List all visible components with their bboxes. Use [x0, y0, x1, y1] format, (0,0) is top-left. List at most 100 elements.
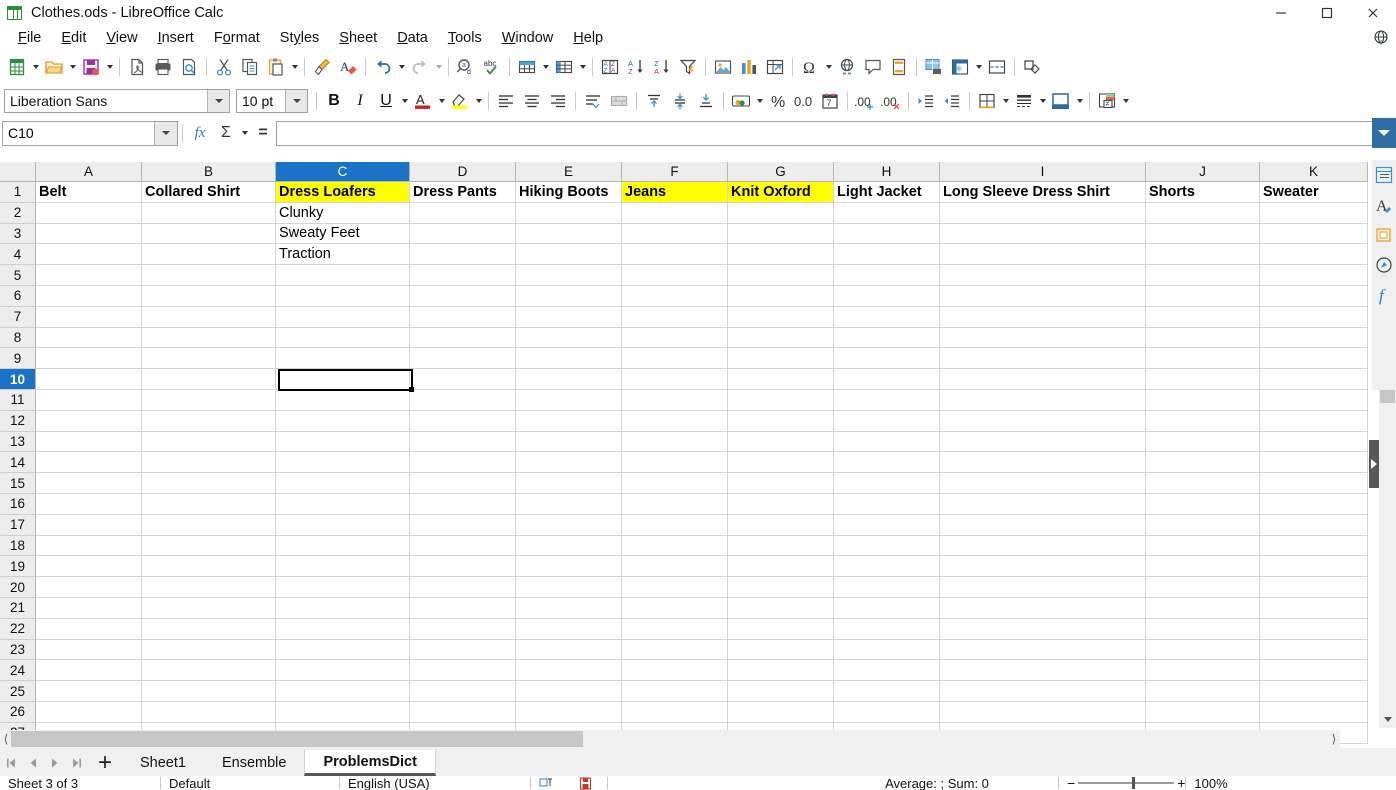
cell-J14[interactable] [1146, 452, 1260, 474]
cell-D14[interactable] [410, 452, 516, 474]
cell-B20[interactable] [142, 577, 276, 598]
cell-E3[interactable] [516, 223, 622, 245]
cell-J15[interactable] [1146, 473, 1260, 494]
properties-icon[interactable] [1372, 160, 1396, 190]
cell-I10[interactable] [940, 369, 1146, 390]
add-decimal-place-icon[interactable]: .00 [852, 88, 878, 114]
cell-B9[interactable] [142, 348, 276, 370]
row-header-23[interactable]: 23 [0, 639, 36, 661]
cell-G4[interactable] [728, 244, 834, 266]
cell-J18[interactable] [1146, 535, 1260, 557]
cell-G7[interactable] [728, 306, 834, 328]
new-document-dropdown[interactable] [30, 54, 41, 80]
cell-A24[interactable] [36, 660, 142, 682]
cell-B19[interactable] [142, 556, 276, 578]
cell-H2[interactable] [834, 202, 940, 224]
pivot-table-icon[interactable] [762, 54, 788, 80]
cell-A3[interactable] [36, 223, 142, 245]
cell-C2[interactable]: Clunky [276, 202, 410, 224]
cell-G26[interactable] [728, 701, 834, 723]
row-header-6[interactable]: 6 [0, 285, 36, 307]
cell-H12[interactable] [834, 410, 940, 432]
cell-C5[interactable] [276, 265, 410, 286]
border-style-dropdown[interactable] [1037, 88, 1048, 114]
cell-E20[interactable] [516, 577, 622, 598]
undo-dropdown[interactable] [396, 54, 407, 80]
zoom-slider[interactable]: − + [1059, 775, 1185, 790]
format-number-icon[interactable]: 0.0 [791, 88, 817, 114]
cell-A11[interactable] [36, 389, 142, 411]
horizontal-scrollbar[interactable]: ⟨ ⟩ [0, 730, 1340, 748]
cell-I12[interactable] [940, 410, 1146, 432]
cell-J24[interactable] [1146, 660, 1260, 682]
cell-E16[interactable] [516, 493, 622, 515]
cell-E1[interactable]: Hiking Boots [516, 182, 622, 203]
cell-K26[interactable] [1260, 701, 1368, 723]
insert-mode-icon[interactable] [531, 777, 571, 789]
sort-ascending-icon[interactable]: AZ [623, 54, 649, 80]
cell-D19[interactable] [410, 556, 516, 578]
column-header-j[interactable]: J [1146, 162, 1260, 182]
cell-J22[interactable] [1146, 618, 1260, 640]
cell-E19[interactable] [516, 556, 622, 578]
cell-F4[interactable] [622, 244, 728, 266]
row-header-21[interactable]: 21 [0, 597, 36, 619]
row-header-15[interactable]: 15 [0, 473, 36, 494]
cell-B13[interactable] [142, 431, 276, 453]
column-header-d[interactable]: D [410, 162, 516, 182]
cell-F25[interactable] [622, 681, 728, 702]
close-button[interactable] [1350, 0, 1396, 26]
zoom-level-status[interactable]: 100% [1186, 776, 1227, 790]
column-header-e[interactable]: E [516, 162, 622, 182]
cell-F18[interactable] [622, 535, 728, 557]
font-size-dropdown-icon[interactable] [285, 90, 307, 112]
cell-J16[interactable] [1146, 493, 1260, 515]
currency-dropdown[interactable] [754, 88, 765, 114]
cell-G24[interactable] [728, 660, 834, 682]
cell-J9[interactable] [1146, 348, 1260, 370]
cell-H17[interactable] [834, 514, 940, 536]
cell-H7[interactable] [834, 306, 940, 328]
cell-D18[interactable] [410, 535, 516, 557]
freeze-rows-columns-icon[interactable] [947, 54, 973, 80]
conditional-formatting-icon[interactable]: ≠ [1094, 88, 1120, 114]
cell-K19[interactable] [1260, 556, 1368, 578]
cell-A19[interactable] [36, 556, 142, 578]
zoom-in-button[interactable]: + [1177, 775, 1185, 790]
cell-J20[interactable] [1146, 577, 1260, 598]
row-header-9[interactable]: 9 [0, 348, 36, 370]
cell-K9[interactable] [1260, 348, 1368, 370]
menu-tools[interactable]: Tools [438, 28, 492, 48]
row-header-7[interactable]: 7 [0, 306, 36, 328]
zoom-out-button[interactable]: − [1067, 775, 1075, 790]
cell-I1[interactable]: Long Sleeve Dress Shirt [940, 182, 1146, 203]
styles-icon[interactable]: A [1372, 190, 1396, 220]
cell-D3[interactable] [410, 223, 516, 245]
cell-B12[interactable] [142, 410, 276, 432]
cell-B18[interactable] [142, 535, 276, 557]
cell-C7[interactable] [276, 306, 410, 328]
save-icon[interactable] [78, 54, 104, 80]
export-pdf-icon[interactable] [124, 54, 150, 80]
cell-A14[interactable] [36, 452, 142, 474]
headers-footers-icon[interactable] [886, 54, 912, 80]
cell-H18[interactable] [834, 535, 940, 557]
menu-data[interactable]: Data [387, 28, 438, 48]
cell-D1[interactable]: Dress Pants [410, 182, 516, 203]
copy-icon[interactable] [237, 54, 263, 80]
cell-J13[interactable] [1146, 431, 1260, 453]
italic-button[interactable]: I [347, 88, 373, 114]
cell-K12[interactable] [1260, 410, 1368, 432]
format-percent-icon[interactable]: % [765, 88, 791, 114]
cell-A9[interactable] [36, 348, 142, 370]
cell-K5[interactable] [1260, 265, 1368, 286]
cell-C17[interactable] [276, 514, 410, 536]
menu-window[interactable]: Window [492, 28, 564, 48]
cell-F21[interactable] [622, 597, 728, 619]
cell-K20[interactable] [1260, 577, 1368, 598]
cell-D26[interactable] [410, 701, 516, 723]
cell-J11[interactable] [1146, 389, 1260, 411]
cell-K1[interactable]: Sweater [1260, 182, 1368, 203]
menu-help[interactable]: Help [563, 28, 613, 48]
expand-formula-bar-button[interactable] [1372, 118, 1396, 148]
